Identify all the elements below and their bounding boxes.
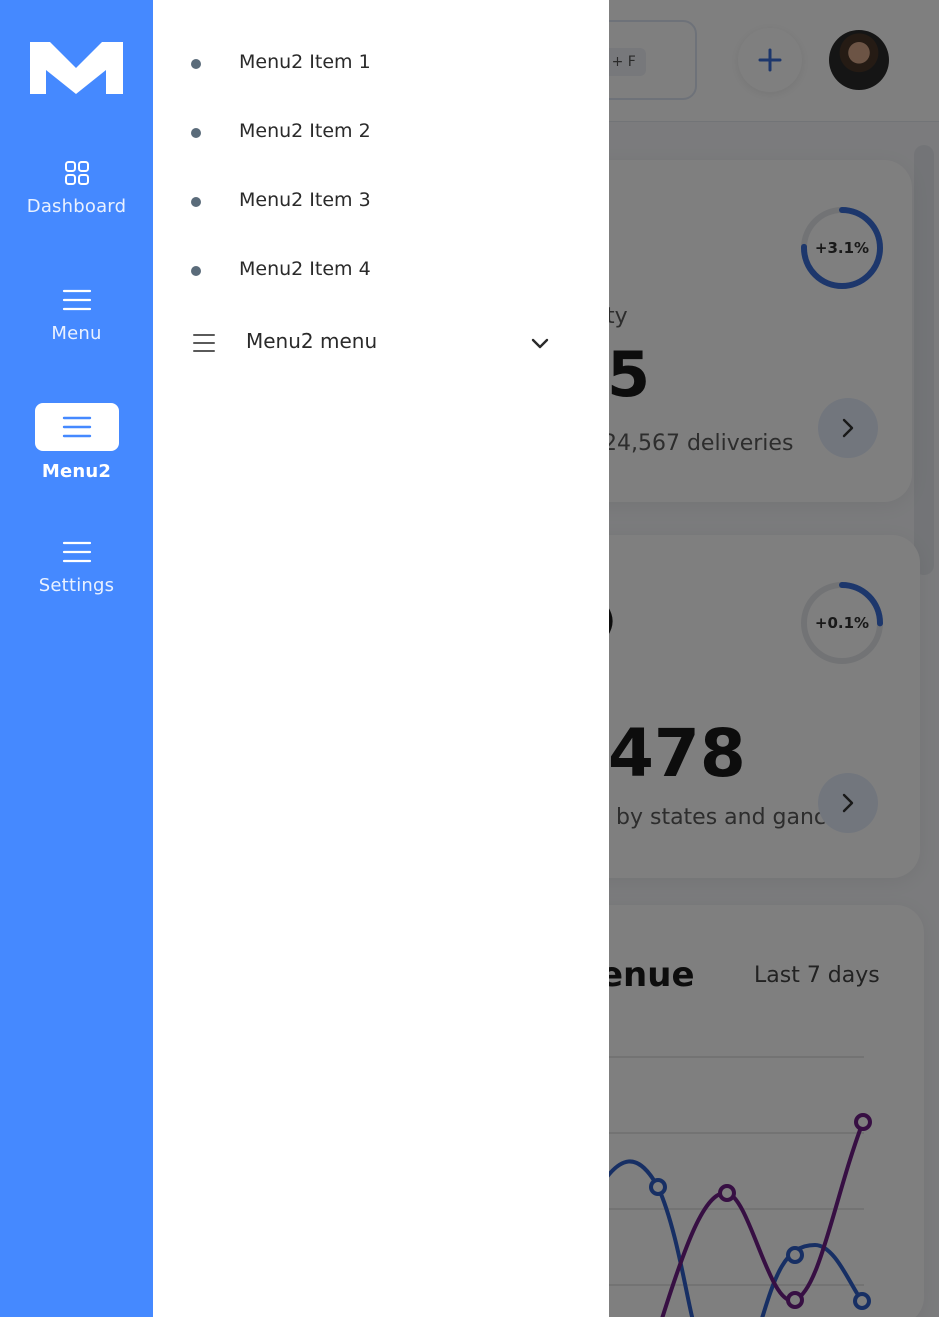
hamburger-icon xyxy=(193,334,215,352)
bullet-icon xyxy=(191,197,201,207)
bullet-icon xyxy=(191,128,201,138)
drawer-item-label: Menu2 Item 2 xyxy=(239,120,371,142)
menu2-drawer: Menu2 Item 1 Menu2 Item 2 Menu2 Item 3 M… xyxy=(153,0,609,1317)
rail-label: Menu2 xyxy=(41,461,112,482)
rail-label: Settings xyxy=(38,575,115,596)
rail-label: Menu xyxy=(51,323,102,344)
hamburger-icon xyxy=(62,416,91,438)
drawer-item-3[interactable]: Menu2 Item 3 xyxy=(153,178,609,228)
rail-item-menu[interactable]: Menu xyxy=(0,287,153,387)
rail-item-settings[interactable]: Settings xyxy=(0,539,153,639)
drawer-item-2[interactable]: Menu2 Item 2 xyxy=(153,109,609,159)
active-indicator xyxy=(34,403,119,451)
rail-label: Dashboard xyxy=(26,196,127,217)
hamburger-icon xyxy=(62,289,91,311)
rail-item-menu2[interactable]: Menu2 xyxy=(0,403,153,503)
bullet-icon xyxy=(191,59,201,69)
drawer-item-1[interactable]: Menu2 Item 1 xyxy=(153,40,609,90)
brand-logo-icon xyxy=(30,42,123,94)
grid-icon xyxy=(64,161,89,185)
side-rail: Dashboard Menu Menu2 Settings xyxy=(0,0,153,1317)
submenu-label: Menu2 menu xyxy=(246,329,378,353)
chevron-down-icon[interactable] xyxy=(530,333,550,353)
drawer-item-4[interactable]: Menu2 Item 4 xyxy=(153,247,609,297)
hamburger-icon xyxy=(62,541,91,563)
drawer-item-label: Menu2 Item 1 xyxy=(239,51,371,73)
rail-item-dashboard[interactable]: Dashboard xyxy=(0,160,153,260)
drawer-item-label: Menu2 Item 3 xyxy=(239,189,371,211)
drawer-item-label: Menu2 Item 4 xyxy=(239,258,371,280)
drawer-submenu-toggle[interactable]: Menu2 menu xyxy=(153,318,609,368)
bullet-icon xyxy=(191,266,201,276)
